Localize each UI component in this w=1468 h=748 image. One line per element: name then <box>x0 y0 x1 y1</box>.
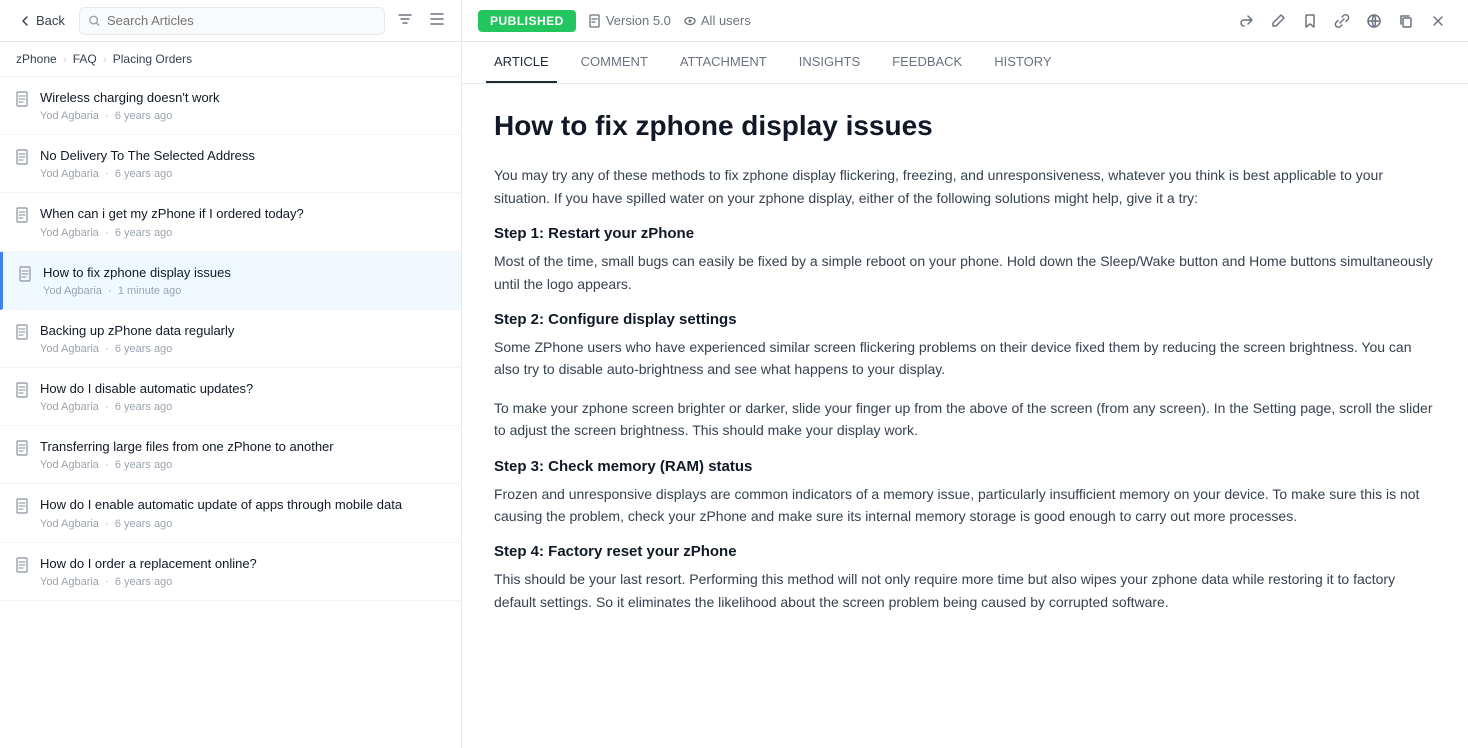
article-title: How do I disable automatic updates? <box>40 380 445 398</box>
article-doc-icon <box>16 498 30 517</box>
article-title: How do I order a replacement online? <box>40 555 445 573</box>
step-block-3: Step 3: Check memory (RAM) status Frozen … <box>494 458 1436 528</box>
sidebar-header: Back <box>0 0 462 41</box>
article-sidebar: zPhone › FAQ › Placing Orders Wireless c… <box>0 42 462 748</box>
article-title: How do I enable automatic update of apps… <box>40 496 445 514</box>
step-heading-1: Step 1: Restart your zPhone <box>494 225 1436 242</box>
action-icons <box>1232 7 1452 35</box>
article-title: Wireless charging doesn't work <box>40 89 445 107</box>
article-title: When can i get my zPhone if I ordered to… <box>40 205 445 223</box>
article-list: Wireless charging doesn't work Yod Agbar… <box>0 77 461 748</box>
step-body-3: Frozen and unresponsive displays are com… <box>494 483 1436 528</box>
breadcrumb-zphone[interactable]: zPhone <box>16 52 57 66</box>
step-body-4: This should be your last resort. Perform… <box>494 568 1436 613</box>
article-title: Backing up zPhone data regularly <box>40 322 445 340</box>
globe-icon[interactable] <box>1360 7 1388 35</box>
close-icon[interactable] <box>1424 7 1452 35</box>
article-body: How to fix zphone display issues You may … <box>462 84 1468 748</box>
tab-article[interactable]: ARTICLE <box>486 42 557 83</box>
top-bar: Back PUBLISHED Version 5.0 <box>0 0 1468 42</box>
filter-button[interactable] <box>393 7 417 34</box>
article-meta: Yod Agbaria · 6 years ago <box>40 401 445 413</box>
step-body-2: To make your zphone screen brighter or d… <box>494 397 1436 442</box>
step-block-2: Step 2: Configure display settings Some Z… <box>494 311 1436 442</box>
article-doc-icon <box>16 149 30 168</box>
article-meta: Yod Agbaria · 6 years ago <box>40 110 445 122</box>
article-panel: ARTICLE COMMENT ATTACHMENT INSIGHTS FEEDBACK… <box>462 42 1468 748</box>
article-meta: Yod Agbaria · 6 years ago <box>40 227 445 239</box>
step-block-1: Step 1: Restart your zPhone Most of the t… <box>494 225 1436 295</box>
list-item[interactable]: Transferring large files from one zPhone… <box>0 426 461 484</box>
eye-icon <box>683 14 697 28</box>
article-doc-icon <box>16 440 30 459</box>
list-item[interactable]: How do I order a replacement online? Yod… <box>0 543 461 601</box>
article-title: No Delivery To The Selected Address <box>40 147 445 165</box>
tab-feedback[interactable]: FEEDBACK <box>884 42 970 83</box>
breadcrumb: zPhone › FAQ › Placing Orders <box>0 42 461 77</box>
article-meta: Yod Agbaria · 6 years ago <box>40 576 445 588</box>
list-item[interactable]: When can i get my zPhone if I ordered to… <box>0 193 461 251</box>
edit-icon[interactable] <box>1264 7 1292 35</box>
document-icon <box>588 14 602 28</box>
step-body-1: Most of the time, small bugs can easily … <box>494 250 1436 295</box>
list-button[interactable] <box>425 7 449 34</box>
article-meta: Yod Agbaria · 6 years ago <box>40 343 445 355</box>
list-item[interactable]: How do I disable automatic updates? Yod … <box>0 368 461 426</box>
list-item[interactable]: Wireless charging doesn't work Yod Agbar… <box>0 77 461 135</box>
users-label: All users <box>701 13 751 28</box>
breadcrumb-faq[interactable]: FAQ <box>73 52 97 66</box>
filter-icon <box>397 11 413 27</box>
list-item[interactable]: Backing up zPhone data regularly Yod Agb… <box>0 310 461 368</box>
main-content: zPhone › FAQ › Placing Orders Wireless c… <box>0 42 1468 748</box>
article-doc-icon <box>16 557 30 576</box>
article-header-bar: PUBLISHED Version 5.0 All users <box>462 7 1468 35</box>
published-badge: PUBLISHED <box>478 10 576 32</box>
tab-history[interactable]: HISTORY <box>986 42 1059 83</box>
step-block-4: Step 4: Factory reset your zPhone This sh… <box>494 543 1436 613</box>
link-icon[interactable] <box>1328 7 1356 35</box>
article-tabs: ARTICLE COMMENT ATTACHMENT INSIGHTS FEEDBACK… <box>462 42 1468 84</box>
version-label: Version 5.0 <box>606 13 671 28</box>
article-meta: Yod Agbaria · 1 minute ago <box>43 285 445 297</box>
back-icon <box>18 14 32 28</box>
list-item[interactable]: How to fix zphone display issues Yod Agb… <box>0 252 461 310</box>
breadcrumb-placing-orders[interactable]: Placing Orders <box>113 52 192 66</box>
tab-comment[interactable]: COMMENT <box>573 42 656 83</box>
article-doc-icon <box>16 91 30 110</box>
list-item[interactable]: How do I enable automatic update of apps… <box>0 484 461 542</box>
search-input[interactable] <box>107 13 376 28</box>
list-icon <box>429 11 445 27</box>
tab-insights[interactable]: INSIGHTS <box>791 42 868 83</box>
tab-attachment[interactable]: ATTACHMENT <box>672 42 775 83</box>
version-info: Version 5.0 <box>588 13 671 28</box>
article-title: Transferring large files from one zPhone… <box>40 438 445 456</box>
article-doc-icon <box>19 266 33 285</box>
article-doc-icon <box>16 382 30 401</box>
step-body-2: Some ZPhone users who have experienced s… <box>494 336 1436 381</box>
article-title-main: How to fix zphone display issues <box>494 108 1436 144</box>
bookmark-icon[interactable] <box>1296 7 1324 35</box>
share-icon[interactable] <box>1232 7 1260 35</box>
step-heading-4: Step 4: Factory reset your zPhone <box>494 543 1436 560</box>
list-item[interactable]: No Delivery To The Selected Address Yod … <box>0 135 461 193</box>
back-label: Back <box>36 13 65 28</box>
article-doc-icon <box>16 207 30 226</box>
article-meta: Yod Agbaria · 6 years ago <box>40 459 445 471</box>
search-box[interactable] <box>79 7 385 35</box>
users-info: All users <box>683 13 751 28</box>
copy-icon[interactable] <box>1392 7 1420 35</box>
article-intro: You may try any of these methods to fix … <box>494 164 1436 209</box>
article-meta: Yod Agbaria · 6 years ago <box>40 518 445 530</box>
article-meta: Yod Agbaria · 6 years ago <box>40 168 445 180</box>
back-button[interactable]: Back <box>12 9 71 32</box>
step-heading-3: Step 3: Check memory (RAM) status <box>494 458 1436 475</box>
search-icon <box>88 14 101 28</box>
step-heading-2: Step 2: Configure display settings <box>494 311 1436 328</box>
article-title: How to fix zphone display issues <box>43 264 445 282</box>
article-doc-icon <box>16 324 30 343</box>
